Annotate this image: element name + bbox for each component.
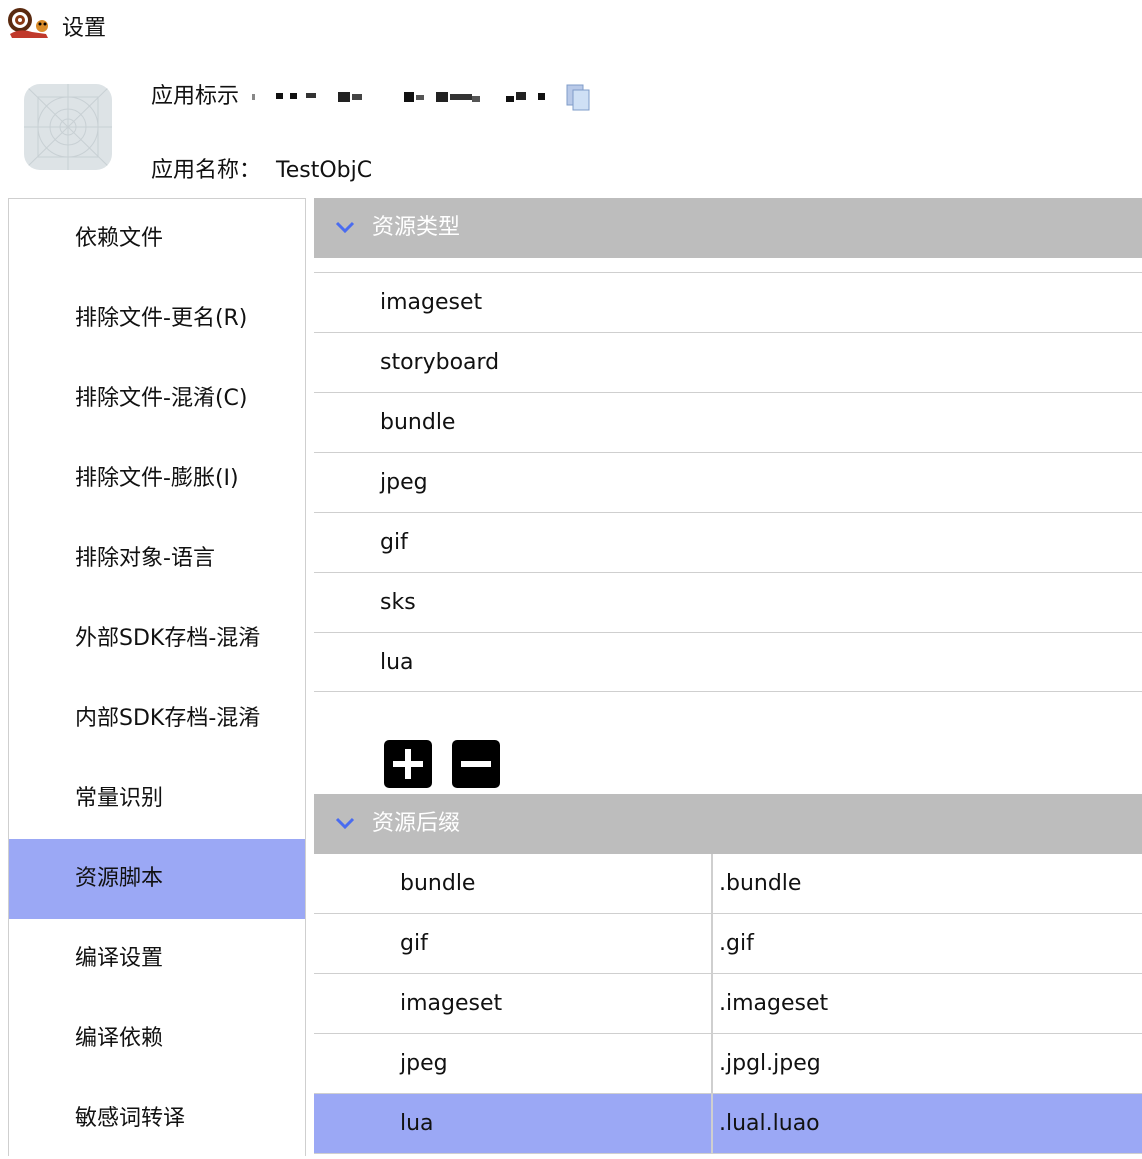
app-name-label: 应用名称： — [151, 158, 262, 183]
sidebar-item-exclude-object-language[interactable]: 排除对象-语言 — [9, 519, 305, 599]
resource-suffixes-table: bundle .bundle gif .gif imageset .images… — [314, 854, 1142, 1154]
table-row[interactable]: jpeg .jpgl.jpeg — [314, 1034, 1142, 1094]
window-title: 设置 — [62, 16, 107, 41]
suffix-type-cell: bundle — [400, 871, 476, 896]
remove-button[interactable] — [452, 740, 500, 788]
list-item[interactable]: imageset — [314, 272, 1142, 332]
list-item[interactable]: sks — [314, 572, 1142, 632]
app-name-row: 应用名称： TestObjC — [151, 152, 372, 184]
suffix-type-cell: jpeg — [400, 1051, 448, 1076]
suffix-type-cell: lua — [400, 1111, 434, 1136]
list-item[interactable]: gif — [314, 512, 1142, 572]
table-row[interactable]: bundle .bundle — [314, 854, 1142, 914]
column-divider — [711, 914, 713, 974]
table-row-selected[interactable]: lua .lual.luao — [314, 1094, 1142, 1154]
suffix-value-cell: .lual.luao — [719, 1111, 820, 1136]
list-item[interactable]: jpeg — [314, 452, 1142, 512]
app-id-row: 应用标示 — [151, 78, 595, 112]
resource-types-title: 资源类型 — [372, 215, 461, 240]
table-row[interactable]: gif .gif — [314, 914, 1142, 974]
sidebar-item-exclude-rename[interactable]: 排除文件-更名(R) — [9, 279, 305, 359]
list-item[interactable]: storyboard — [314, 332, 1142, 392]
chevron-down-icon — [335, 221, 355, 234]
column-divider — [711, 854, 713, 914]
app-id-redacted — [252, 92, 546, 102]
sidebar-item-dependency-files[interactable]: 依赖文件 — [9, 199, 305, 279]
sidebar-item-constant-recognition[interactable]: 常量识别 — [9, 759, 305, 839]
resource-suffixes-header[interactable]: 资源后缀 — [314, 794, 1142, 854]
app-icon — [24, 84, 112, 170]
list-item[interactable]: lua — [314, 632, 1142, 692]
app-info-header: 应用标示 应用名称： TestObjC — [0, 50, 1142, 198]
column-divider — [711, 1034, 713, 1094]
suffix-value-cell: .imageset — [719, 991, 829, 1016]
suffix-type-cell: gif — [400, 931, 428, 956]
list-item[interactable]: bundle — [314, 392, 1142, 452]
title-bar: 设置 — [0, 0, 1142, 50]
sidebar-item-exclude-inflate[interactable]: 排除文件-膨胀(I) — [9, 439, 305, 519]
plus-icon — [393, 749, 423, 779]
app-id-label: 应用标示 — [151, 84, 240, 109]
main-panel: 资源类型 imageset storyboard bundle jpeg gif… — [314, 198, 1142, 1156]
table-row[interactable]: imageset .imageset — [314, 974, 1142, 1034]
add-button[interactable] — [384, 740, 432, 788]
resource-types-list: imageset storyboard bundle jpeg gif sks … — [314, 272, 1142, 692]
sidebar-item-compile-settings[interactable]: 编译设置 — [9, 919, 305, 999]
resource-suffixes-title: 资源后缀 — [372, 811, 461, 836]
minus-icon — [461, 761, 491, 767]
settings-sidebar: 依赖文件 排除文件-更名(R) 排除文件-混淆(C) 排除文件-膨胀(I) 排除… — [8, 198, 306, 1156]
resource-types-header[interactable]: 资源类型 — [314, 198, 1142, 258]
suffix-type-cell: imageset — [400, 991, 503, 1016]
column-divider — [711, 974, 713, 1034]
app-placeholder-icon — [24, 84, 112, 170]
sidebar-item-compile-dependency[interactable]: 编译依赖 — [9, 999, 305, 1079]
suffix-value-cell: .jpgl.jpeg — [719, 1051, 821, 1076]
chevron-down-icon — [335, 817, 355, 830]
sidebar-item-resource-script[interactable]: 资源脚本 — [9, 839, 305, 919]
sidebar-item-internal-sdk-archive[interactable]: 内部SDK存档-混淆 — [9, 679, 305, 759]
sidebar-item-exclude-obfuscate[interactable]: 排除文件-混淆(C) — [9, 359, 305, 439]
suffix-value-cell: .bundle — [719, 871, 802, 896]
copy-icon[interactable] — [563, 82, 595, 112]
suffix-value-cell: .gif — [719, 931, 754, 956]
column-divider — [711, 1094, 713, 1154]
app-logo-icon — [8, 8, 48, 38]
sidebar-item-sensitive-words[interactable]: 敏感词转译 — [9, 1079, 305, 1159]
app-name-value: TestObjC — [276, 158, 373, 183]
sidebar-item-external-sdk-archive[interactable]: 外部SDK存档-混淆 — [9, 599, 305, 679]
